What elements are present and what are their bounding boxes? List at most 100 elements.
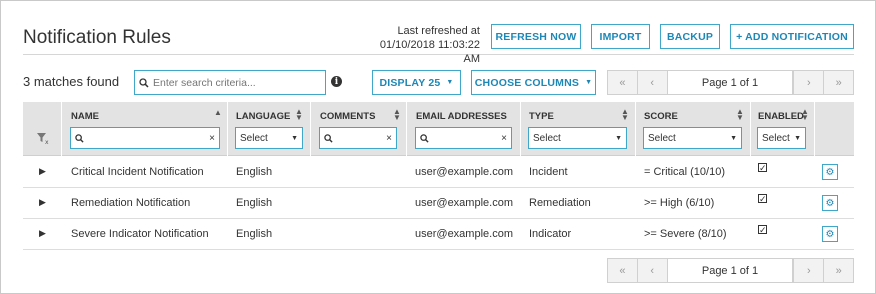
last-refreshed-label: Last refreshed at: [397, 25, 480, 37]
enabled-filter[interactable]: Select ▼: [757, 127, 806, 149]
add-notification-button[interactable]: + ADD NOTIFICATION: [730, 24, 854, 49]
table-row[interactable]: ▶ Remediation Notification English user@…: [23, 188, 854, 219]
score-filter-value: Select: [648, 132, 676, 144]
rule-email: user@example.com: [415, 166, 513, 178]
rule-email: user@example.com: [415, 197, 513, 209]
sort-icon[interactable]: ▲ ▼: [801, 108, 809, 122]
rule-language: English: [236, 166, 273, 178]
expand-row-icon[interactable]: ▶: [39, 197, 46, 208]
chevron-down-icon: ▼: [615, 134, 622, 142]
last-page-button[interactable]: »: [823, 259, 853, 282]
clear-filter-icon[interactable]: ×: [209, 133, 215, 144]
first-page-button[interactable]: «: [608, 259, 638, 282]
display-count-dropdown[interactable]: DISPLAY 25 ▼: [372, 70, 461, 95]
gear-icon[interactable]: ⚙: [822, 226, 838, 242]
expand-row-icon[interactable]: ▶: [39, 166, 46, 177]
search-icon: [420, 133, 429, 143]
rule-type: Incident: [529, 166, 568, 178]
enabled-filter-value: Select: [762, 132, 790, 144]
chevron-down-icon: ▼: [291, 134, 298, 142]
clear-filter-icon[interactable]: ×: [501, 133, 507, 144]
sort-asc-icon[interactable]: ▲: [214, 109, 222, 117]
import-button[interactable]: IMPORT: [591, 24, 650, 49]
column-header-enabled[interactable]: ENABLED: [758, 111, 804, 122]
page-title: Notification Rules: [23, 27, 171, 48]
column-header-email[interactable]: EMAIL ADDRESSES: [416, 111, 507, 122]
column-separator: [635, 102, 636, 156]
table-header: x NAME ▲ × LANGUAGE ▲ ▼ Select ▼ COMMENTS…: [23, 102, 854, 156]
first-page-button[interactable]: «: [608, 71, 638, 94]
gear-icon[interactable]: ⚙: [822, 195, 838, 211]
chevron-down-icon: ▼: [585, 79, 593, 86]
next-page-button[interactable]: ›: [793, 259, 823, 282]
column-header-type[interactable]: TYPE: [529, 111, 554, 122]
search-input[interactable]: [149, 75, 319, 90]
enabled-checkbox[interactable]: ✓: [758, 194, 767, 204]
column-separator: [61, 102, 62, 156]
rule-score: >= Severe (8/10): [644, 228, 727, 240]
pager-top: « ‹ Page 1 of 1 › »: [607, 70, 854, 95]
page-indicator: Page 1 of 1: [667, 259, 794, 282]
rule-score: >= High (6/10): [644, 197, 715, 209]
rule-language: English: [236, 228, 273, 240]
table-row[interactable]: ▶ Critical Incident Notification English…: [23, 157, 854, 188]
language-filter-value: Select: [240, 132, 268, 144]
search-icon: [139, 77, 149, 88]
last-page-button[interactable]: »: [823, 71, 853, 94]
last-refreshed-info: Last refreshed at 01/10/2018 11:03:22 AM: [362, 24, 480, 66]
svg-text:x: x: [45, 139, 49, 145]
chevron-down-icon: ▼: [446, 79, 454, 86]
name-filter[interactable]: ×: [70, 127, 220, 149]
chevron-down-icon: ▼: [794, 134, 801, 142]
search-box[interactable]: [134, 70, 326, 95]
table-row[interactable]: ▶ Severe Indicator Notification English …: [23, 219, 854, 250]
search-icon: [324, 133, 333, 143]
next-page-button[interactable]: ›: [793, 71, 823, 94]
refresh-now-button[interactable]: REFRESH NOW: [491, 24, 581, 49]
clear-filters-icon[interactable]: x: [36, 131, 50, 145]
column-header-language[interactable]: LANGUAGE: [236, 111, 290, 122]
language-filter[interactable]: Select ▼: [235, 127, 303, 149]
last-refreshed-value: 01/10/2018 11:03:22 AM: [379, 39, 480, 65]
gear-icon[interactable]: ⚙: [822, 164, 838, 180]
column-header-name[interactable]: NAME: [71, 111, 99, 122]
column-separator: [406, 102, 407, 156]
rule-name: Critical Incident Notification: [71, 166, 204, 178]
prev-page-button[interactable]: ‹: [638, 259, 668, 282]
column-separator: [750, 102, 751, 156]
column-separator: [310, 102, 311, 156]
display-count-label: DISPLAY 25: [379, 76, 441, 89]
sort-icon[interactable]: ▲ ▼: [736, 108, 744, 122]
choose-columns-dropdown[interactable]: CHOOSE COLUMNS ▼: [471, 70, 596, 95]
rule-name: Severe Indicator Notification: [71, 228, 209, 240]
enabled-checkbox[interactable]: ✓: [758, 225, 767, 235]
choose-columns-label: CHOOSE COLUMNS: [474, 76, 580, 89]
rule-name: Remediation Notification: [71, 197, 191, 209]
clear-filter-icon[interactable]: ×: [386, 133, 392, 144]
email-filter[interactable]: ×: [415, 127, 512, 149]
chevron-down-icon: ▼: [730, 134, 737, 142]
enabled-checkbox[interactable]: ✓: [758, 163, 767, 173]
column-separator: [520, 102, 521, 156]
comments-filter[interactable]: ×: [319, 127, 397, 149]
match-count: 3 matches found: [23, 74, 120, 89]
backup-button[interactable]: BACKUP: [660, 24, 720, 49]
rule-language: English: [236, 197, 273, 209]
search-icon: [75, 133, 84, 143]
expand-row-icon[interactable]: ▶: [39, 228, 46, 239]
rule-email: user@example.com: [415, 228, 513, 240]
sort-icon[interactable]: ▲ ▼: [393, 108, 401, 122]
column-header-comments[interactable]: COMMENTS: [320, 111, 375, 122]
type-filter[interactable]: Select ▼: [528, 127, 627, 149]
sort-icon[interactable]: ▲ ▼: [621, 108, 629, 122]
rule-score: = Critical (10/10): [644, 166, 726, 178]
info-icon[interactable]: i: [331, 76, 342, 87]
pager-bottom: « ‹ Page 1 of 1 › »: [607, 258, 854, 283]
column-header-score[interactable]: SCORE: [644, 111, 678, 122]
column-separator: [227, 102, 228, 156]
sort-icon[interactable]: ▲ ▼: [295, 108, 303, 122]
page-indicator: Page 1 of 1: [667, 71, 794, 94]
rule-type: Remediation: [529, 197, 591, 209]
prev-page-button[interactable]: ‹: [638, 71, 668, 94]
score-filter[interactable]: Select ▼: [643, 127, 742, 149]
